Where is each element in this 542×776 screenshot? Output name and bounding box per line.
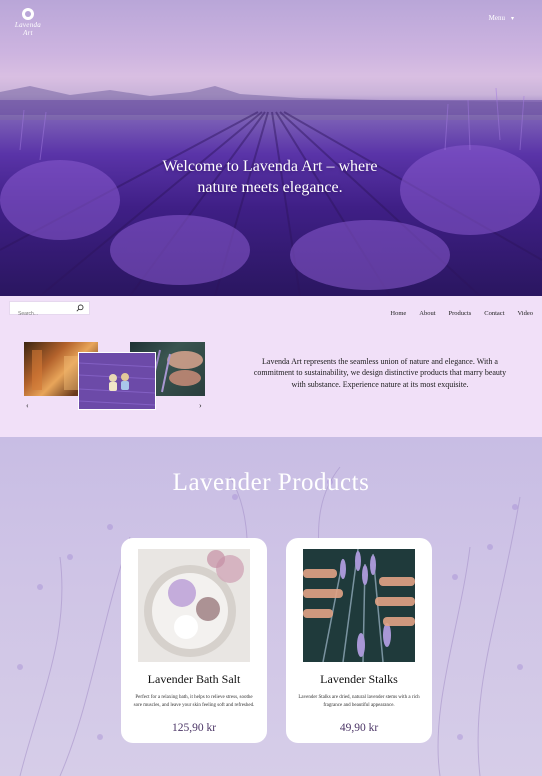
products-title: Lavender Products xyxy=(172,469,370,496)
product-card[interactable]: Lavender Bath Salt Perfect for a relaxin… xyxy=(121,538,267,743)
hero-title: Welcome to Lavenda Art – where nature me… xyxy=(162,158,378,196)
search-icon[interactable] xyxy=(76,304,84,312)
product-price: 49,90 kr xyxy=(339,722,379,734)
product-card[interactable]: Lavender Stalks Lavender Stalks are drie… xyxy=(286,538,432,743)
image-carousel: ‹ › xyxy=(24,340,210,412)
site-logo[interactable]: Lavenda Art xyxy=(10,8,46,37)
search-input[interactable] xyxy=(10,308,72,320)
product-description: Perfect for a relaxing bath, it helps to… xyxy=(133,695,255,708)
product-name: Lavender Stalks xyxy=(320,672,398,686)
nav-item-contact[interactable]: Contact xyxy=(484,310,504,317)
carousel-image-children-field[interactable] xyxy=(79,353,155,409)
main-nav: Home About Products Contact Video xyxy=(377,310,533,317)
product-description: Lavender Stalks are dried, natural laven… xyxy=(298,695,420,708)
menu-label: Menu xyxy=(488,14,505,22)
chevron-down-icon: ▾ xyxy=(510,16,514,22)
lavender-field-image xyxy=(0,86,542,296)
nav-item-home[interactable]: Home xyxy=(390,310,406,317)
nav-item-video[interactable]: Video xyxy=(518,310,534,317)
nav-item-products[interactable]: Products xyxy=(449,310,472,317)
intro-section: Home About Products Contact Video xyxy=(0,296,542,437)
menu-button[interactable]: Menu ▾ xyxy=(489,14,514,22)
intro-text: Lavenda Art represents the seamless unio… xyxy=(253,357,507,389)
carousel-prev-icon[interactable]: ‹ xyxy=(26,401,29,410)
product-image-lavender-stalks xyxy=(303,549,415,662)
nav-item-about[interactable]: About xyxy=(419,310,435,317)
logo-icon xyxy=(22,8,34,20)
search-box xyxy=(9,301,90,320)
products-section: Lavender Products Lavender Bath Salt Per… xyxy=(0,437,542,776)
product-image-bath-salt xyxy=(138,549,250,662)
logo-text: Lavenda Art xyxy=(14,21,42,37)
hero-banner: Lavenda Art Menu ▾ Welcome to Lavenda Art… xyxy=(0,0,542,296)
product-name: Lavender Bath Salt xyxy=(147,672,241,686)
product-price: 125,90 kr xyxy=(171,722,217,734)
carousel-next-icon[interactable]: › xyxy=(199,401,202,410)
